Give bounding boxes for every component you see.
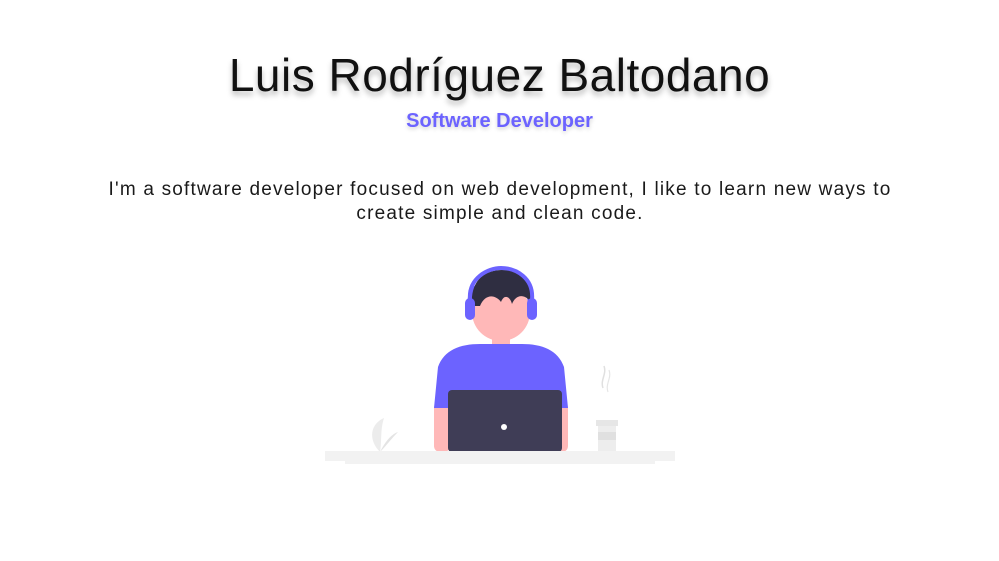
page: Luis Rodríguez Baltodano Software Develo… [0,0,999,561]
head-icon [471,270,532,341]
hero-header: Luis Rodríguez Baltodano Software Develo… [0,46,999,134]
coffee-cup-icon [596,365,618,452]
laptop-icon [448,390,562,452]
plant-icon [372,418,398,452]
page-title: Luis Rodríguez Baltodano [228,49,771,101]
developer-illustration [325,265,675,464]
desk [325,451,675,464]
job-title: Software Developer [406,110,593,132]
bio-text: I'm a software developer focused on web … [108,179,892,224]
